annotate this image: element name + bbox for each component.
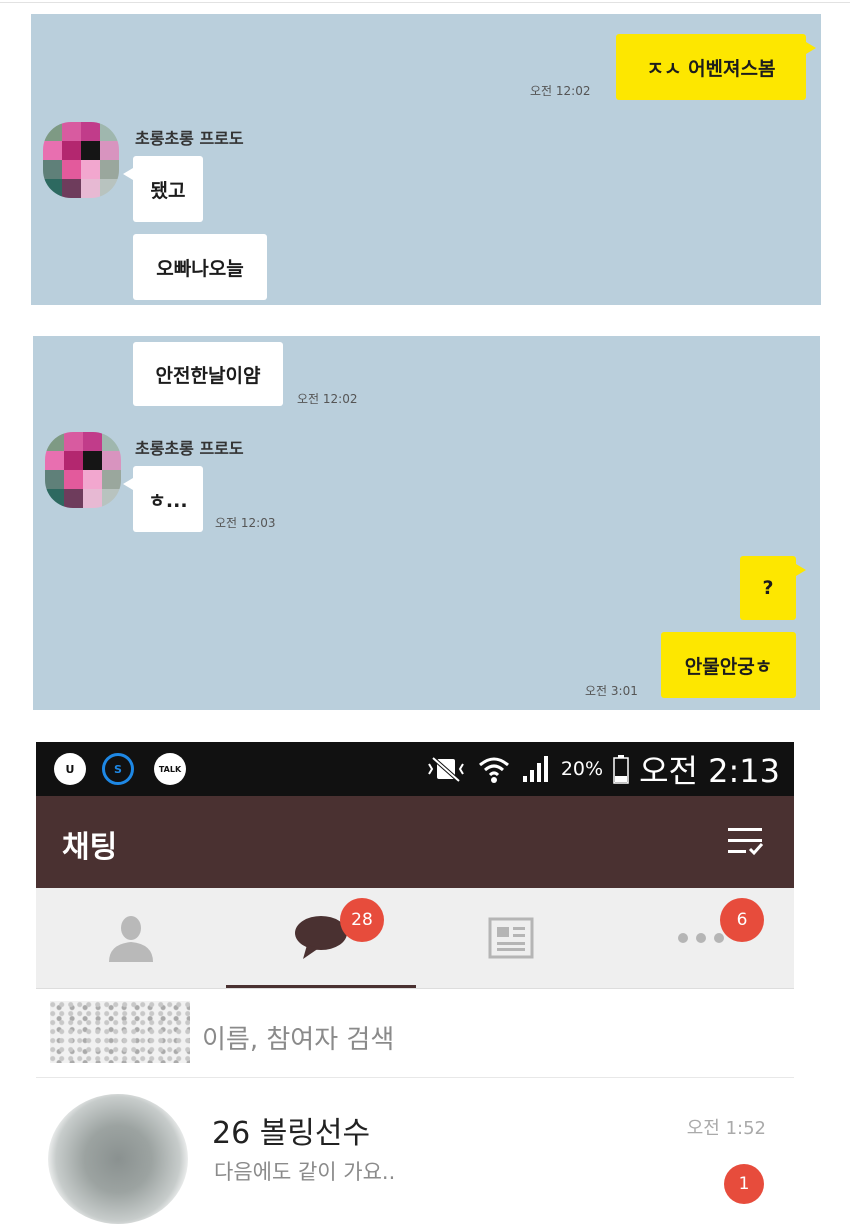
- my-message-bubble[interactable]: ?: [740, 556, 806, 620]
- chats-unread-badge: 28: [340, 898, 384, 942]
- message-text: ?: [762, 577, 774, 599]
- status-bar: U S TALK 20% 오전 2:13: [36, 742, 794, 796]
- last-message-time: 오전 1:52: [686, 1118, 766, 1139]
- s-icon: S: [102, 753, 134, 785]
- status-time: 오전 2:13: [639, 752, 780, 790]
- top-divider: [0, 2, 850, 3]
- chat-screenshot-top: ㅈㅅ 어벤져스봄 오전 12:02 초롱초롱 프로도 됐고 오빠나오늘: [31, 14, 821, 305]
- chat-screenshot-middle: 안전한날이얌 오전 12:02 초롱초롱 프로도 ㅎ... 오전 12:03 ?…: [33, 336, 820, 710]
- page-title: 채팅: [62, 830, 118, 865]
- message-time: 오전 12:02: [530, 84, 591, 98]
- chat-room-name: 26 볼링선수: [212, 1116, 371, 1151]
- search-icon: [50, 1001, 190, 1063]
- chats-tab[interactable]: [226, 888, 415, 988]
- more-tab[interactable]: [606, 888, 794, 988]
- avatar[interactable]: [48, 1094, 188, 1224]
- more-unread-badge: 6: [720, 898, 764, 942]
- search-bar[interactable]: 이름, 참여자 검색: [36, 989, 794, 1078]
- more-icon: [677, 933, 724, 943]
- friends-tab[interactable]: [36, 888, 225, 988]
- sender-name: 초롱초롱 프로도: [135, 439, 244, 458]
- talk-icon: TALK: [154, 753, 186, 785]
- battery-percent: 20%: [560, 758, 604, 780]
- u-icon: U: [54, 753, 86, 785]
- last-message-preview: 다음에도 같이 가요..: [214, 1160, 396, 1184]
- person-icon: [108, 916, 153, 962]
- search-input[interactable]: 이름, 참여자 검색: [202, 1019, 394, 1056]
- message-text: ㅈㅅ 어벤져스봄: [646, 57, 776, 80]
- vibrate-mute-icon: [427, 756, 464, 783]
- message-text: 안전한날이얌: [155, 364, 261, 387]
- unread-count-badge: 1: [724, 1164, 764, 1204]
- my-message-bubble[interactable]: 안물안궁ㅎ: [661, 632, 796, 698]
- app-bar: 채팅: [36, 796, 794, 888]
- channel-tab[interactable]: [416, 888, 605, 988]
- wifi-icon: [478, 757, 509, 783]
- friend-message-bubble[interactable]: 안전한날이얌: [133, 342, 283, 406]
- chat-list-item[interactable]: 26 볼링선수 다음에도 같이 가요.. 오전 1:52 1: [36, 1078, 794, 1226]
- phone-screenshot: U S TALK 20% 오전 2:13 채팅 28 6 이름, 참여자 검색 …: [36, 742, 794, 1226]
- message-text: 오빠나오늘: [156, 257, 244, 280]
- status-right: 20% 오전 2:13: [425, 749, 780, 790]
- my-message-bubble[interactable]: ㅈㅅ 어벤져스봄: [616, 34, 816, 100]
- message-time: 오전 3:01: [585, 684, 638, 698]
- newspaper-icon: [488, 917, 533, 959]
- friend-message-bubble[interactable]: 됐고: [123, 156, 203, 222]
- edit-list-icon[interactable]: [728, 828, 764, 856]
- message-text: 됐고: [150, 179, 186, 202]
- friend-message-bubble[interactable]: ㅎ...: [123, 466, 203, 532]
- sender-avatar[interactable]: [45, 432, 121, 508]
- active-tab-indicator: [226, 985, 416, 988]
- sender-name: 초롱초롱 프로도: [135, 129, 244, 148]
- sender-avatar[interactable]: [43, 122, 119, 198]
- message-text: ㅎ...: [148, 489, 188, 512]
- friend-message-bubble[interactable]: 오빠나오늘: [133, 234, 267, 300]
- message-time: 오전 12:02: [297, 392, 358, 406]
- signal-icon: [522, 756, 548, 782]
- tab-bar: 28 6: [36, 888, 794, 989]
- message-text: 안물안궁ㅎ: [684, 655, 773, 678]
- message-time: 오전 12:03: [215, 516, 276, 530]
- battery-icon: [613, 755, 629, 784]
